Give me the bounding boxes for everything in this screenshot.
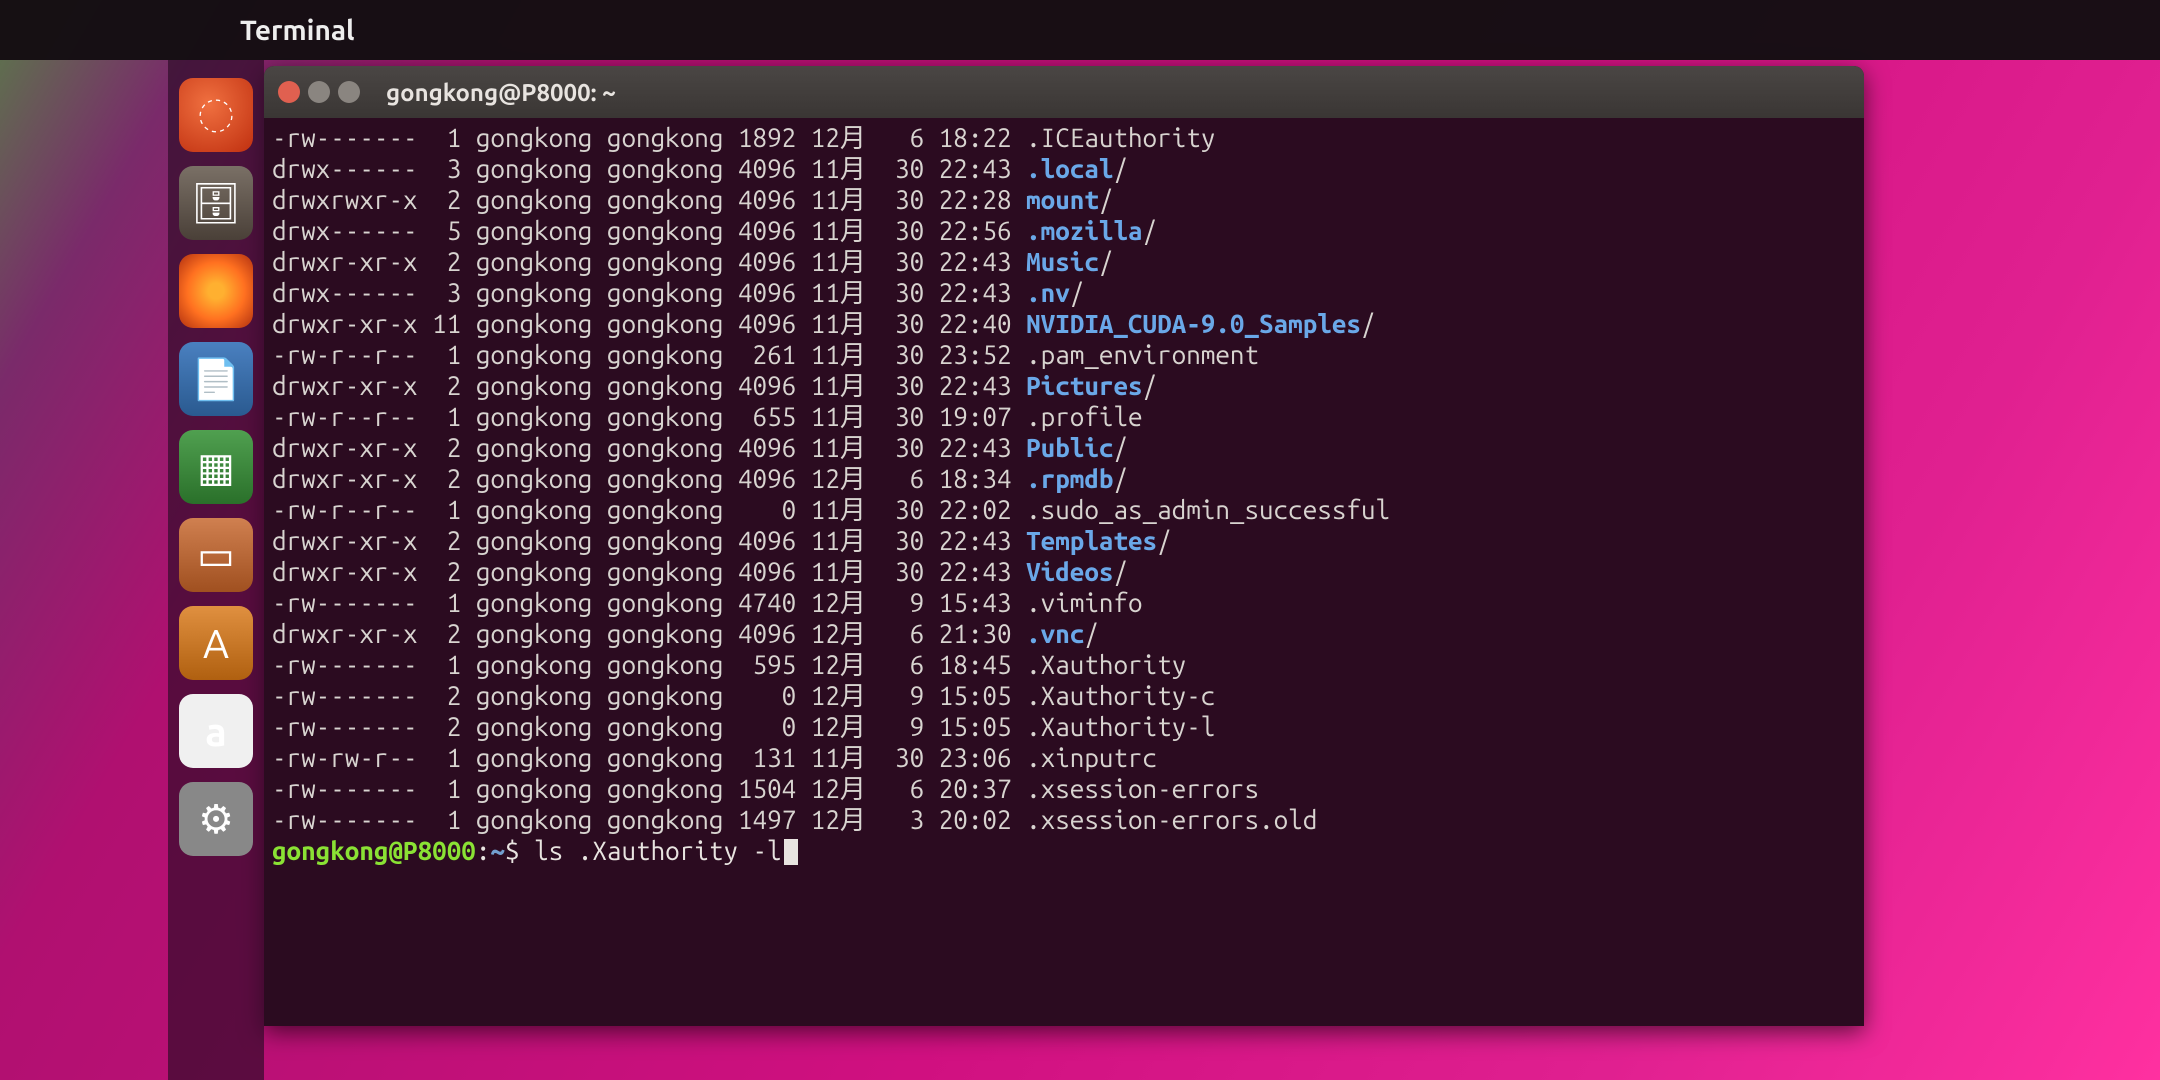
impress-icon: ▭: [197, 532, 235, 579]
active-app-title: Terminal: [240, 15, 355, 46]
ubuntu-icon: ◌: [199, 93, 233, 138]
ls-row: -rw------- 2 gongkong gongkong 0 12月 9 1…: [272, 680, 1856, 711]
ls-row: drwxr-xr-x 2 gongkong gongkong 4096 11月 …: [272, 370, 1856, 401]
writer-icon: 📄: [191, 356, 241, 403]
launcher-firefox[interactable]: [179, 254, 253, 328]
file-name: Pictures: [1026, 371, 1142, 400]
launcher-impress[interactable]: ▭: [179, 518, 253, 592]
settings-icon: ⚙: [198, 796, 234, 843]
launcher-amazon[interactable]: a: [179, 694, 253, 768]
window-title: gongkong@P8000: ~: [386, 79, 616, 106]
file-name: .vnc: [1026, 619, 1084, 648]
files-icon: 🗄: [191, 180, 242, 227]
launcher-settings[interactable]: ⚙: [179, 782, 253, 856]
file-name: Videos: [1026, 557, 1113, 586]
ls-row: -rw-rw-r-- 1 gongkong gongkong 131 11月 3…: [272, 742, 1856, 773]
file-name: .local: [1026, 154, 1113, 183]
ls-row: -rw-r--r-- 1 gongkong gongkong 261 11月 3…: [272, 339, 1856, 370]
launcher-files[interactable]: 🗄: [179, 166, 253, 240]
amazon-icon: a: [205, 709, 227, 754]
file-name: Public: [1026, 433, 1113, 462]
ls-row: -rw------- 1 gongkong gongkong 1504 12月 …: [272, 773, 1856, 804]
ls-row: -rw------- 1 gongkong gongkong 1892 12月 …: [272, 122, 1856, 153]
file-name: .Xauthority-l: [1026, 712, 1215, 741]
file-name: .profile: [1026, 402, 1142, 431]
ls-row: drwxr-xr-x 2 gongkong gongkong 4096 11月 …: [272, 556, 1856, 587]
ls-row: drwx------ 3 gongkong gongkong 4096 11月 …: [272, 277, 1856, 308]
file-name: .mozilla: [1026, 216, 1142, 245]
file-name: .ICEauthority: [1026, 123, 1215, 152]
ls-row: drwxr-xr-x 2 gongkong gongkong 4096 11月 …: [272, 525, 1856, 556]
ls-row: drwxr-xr-x 2 gongkong gongkong 4096 11月 …: [272, 432, 1856, 463]
window-minimize-button[interactable]: [308, 81, 330, 103]
ls-row: -rw-r--r-- 1 gongkong gongkong 0 11月 30 …: [272, 494, 1856, 525]
ls-row: drwxr-xr-x 11 gongkong gongkong 4096 11月…: [272, 308, 1856, 339]
ls-row: drwxr-xr-x 2 gongkong gongkong 4096 12月 …: [272, 618, 1856, 649]
ls-row: drwx------ 5 gongkong gongkong 4096 11月 …: [272, 215, 1856, 246]
file-name: .xinputrc: [1026, 743, 1157, 772]
file-name: mount: [1026, 185, 1099, 214]
top-status-bar: Terminal: [0, 0, 2160, 60]
prompt-line[interactable]: gongkong@P8000:~$ ls .Xauthority -l: [272, 835, 1856, 866]
ls-row: drwx------ 3 gongkong gongkong 4096 11月 …: [272, 153, 1856, 184]
window-close-button[interactable]: [278, 81, 300, 103]
calc-icon: ▦: [197, 444, 235, 491]
file-name: .xsession-errors.old: [1026, 805, 1317, 834]
ls-row: -rw------- 1 gongkong gongkong 1497 12月 …: [272, 804, 1856, 835]
launcher-ubuntu[interactable]: ◌: [179, 78, 253, 152]
terminal-window: gongkong@P8000: ~ -rw------- 1 gongkong …: [264, 66, 1864, 1026]
ls-row: -rw------- 1 gongkong gongkong 4740 12月 …: [272, 587, 1856, 618]
ls-row: -rw-r--r-- 1 gongkong gongkong 655 11月 3…: [272, 401, 1856, 432]
prompt-user-host: gongkong@P8000: [272, 836, 476, 865]
file-name: NVIDIA_CUDA-9.0_Samples: [1026, 309, 1361, 338]
window-maximize-button[interactable]: [338, 81, 360, 103]
file-name: .rpmdb: [1026, 464, 1113, 493]
file-name: .Xauthority: [1026, 650, 1186, 679]
ls-row: -rw------- 1 gongkong gongkong 595 12月 6…: [272, 649, 1856, 680]
window-titlebar[interactable]: gongkong@P8000: ~: [264, 66, 1864, 118]
ls-row: -rw------- 2 gongkong gongkong 0 12月 9 1…: [272, 711, 1856, 742]
file-name: .Xauthority-c: [1026, 681, 1215, 710]
file-name: .xsession-errors: [1026, 774, 1259, 803]
file-name: Templates: [1026, 526, 1157, 555]
software-icon: A: [203, 621, 229, 666]
launcher-software[interactable]: A: [179, 606, 253, 680]
cursor: [784, 839, 798, 865]
launcher-writer[interactable]: 📄: [179, 342, 253, 416]
unity-launcher: ◌ 🗄 📄 ▦ ▭ Aa ⚙: [168, 60, 264, 1080]
launcher-calc[interactable]: ▦: [179, 430, 253, 504]
file-name: Music: [1026, 247, 1099, 276]
prompt-command[interactable]: ls .Xauthority -l: [534, 836, 782, 865]
ls-row: drwxr-xr-x 2 gongkong gongkong 4096 11月 …: [272, 246, 1856, 277]
file-name: .sudo_as_admin_successful: [1026, 495, 1390, 524]
ls-row: drwxr-xr-x 2 gongkong gongkong 4096 12月 …: [272, 463, 1856, 494]
file-name: .viminfo: [1026, 588, 1142, 617]
file-name: .nv: [1026, 278, 1070, 307]
ls-row: drwxrwxr-x 2 gongkong gongkong 4096 11月 …: [272, 184, 1856, 215]
terminal-body[interactable]: -rw------- 1 gongkong gongkong 1892 12月 …: [264, 118, 1864, 1026]
file-name: .pam_environment: [1026, 340, 1259, 369]
prompt-path: ~: [490, 836, 505, 865]
